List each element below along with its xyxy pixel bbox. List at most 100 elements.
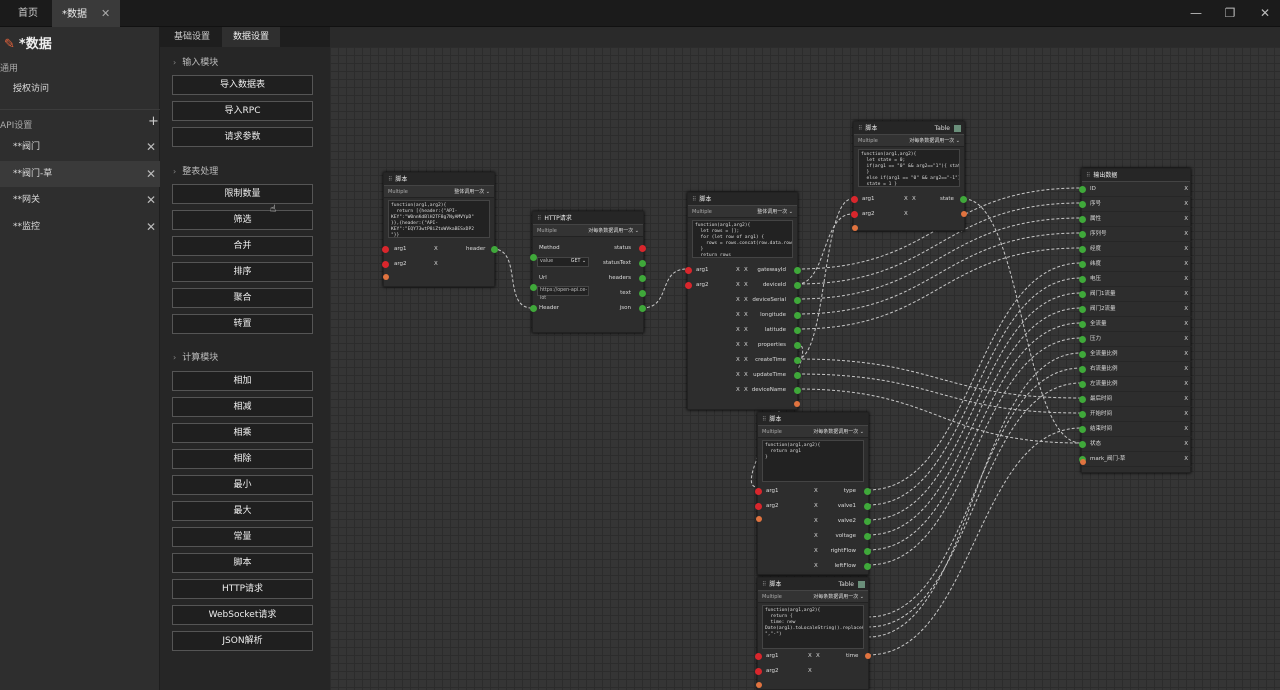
script-node[interactable]: ⠿ 脚本 Table Multiple 对每条数据调用一次 ⌄ function(ar… xyxy=(755,577,871,690)
input-port[interactable] xyxy=(851,196,858,203)
calc-module-button[interactable]: WebSocket请求 xyxy=(172,605,313,625)
clear-port-icon[interactable]: X xyxy=(744,294,748,306)
input-port[interactable] xyxy=(1079,261,1086,268)
input-port[interactable] xyxy=(382,246,389,253)
output-port[interactable] xyxy=(794,297,801,304)
clear-port-icon[interactable]: X xyxy=(814,530,818,542)
clear-port-icon[interactable]: X xyxy=(736,369,740,381)
clear-field-icon[interactable]: X xyxy=(1184,362,1188,377)
clear-field-icon[interactable]: X xyxy=(1184,212,1188,227)
node-header[interactable]: ⠿ HTTP请求 xyxy=(533,212,643,225)
table-process-button[interactable]: 筛选 xyxy=(172,210,313,230)
drag-handle-icon[interactable]: ⠿ xyxy=(1086,172,1090,179)
drag-handle-icon[interactable]: ⠿ xyxy=(858,125,862,132)
input-port[interactable] xyxy=(1079,246,1086,253)
clear-field-icon[interactable]: X xyxy=(1184,227,1188,242)
close-icon[interactable]: ✕ xyxy=(146,161,156,187)
input-port[interactable] xyxy=(1079,216,1086,223)
clear-port-icon[interactable]: X xyxy=(744,309,748,321)
calc-module-button[interactable]: 相加 xyxy=(172,371,313,391)
input-port[interactable] xyxy=(755,488,762,495)
clear-port-icon[interactable]: X xyxy=(814,485,818,497)
output-port[interactable] xyxy=(491,246,498,253)
node-header[interactable]: ⠿ 脚本 xyxy=(688,193,797,206)
tab-home[interactable]: 首页 xyxy=(8,0,48,27)
input-port[interactable] xyxy=(851,211,858,218)
clear-port-icon[interactable]: X xyxy=(808,650,812,662)
input-port[interactable] xyxy=(1079,441,1086,448)
calc-module-button[interactable]: HTTP请求 xyxy=(172,579,313,599)
clear-port-icon[interactable]: X xyxy=(744,339,748,351)
input-port[interactable] xyxy=(1079,321,1086,328)
close-icon[interactable]: ✕ xyxy=(146,134,156,160)
clear-field-icon[interactable]: X xyxy=(1184,407,1188,422)
code-editor[interactable]: function(arg1,arg2){ return { time: new … xyxy=(762,605,864,649)
script-node[interactable]: ⠿ 脚本 Multiple 整体调用一次 ⌄ function(arg1,arg2)… xyxy=(685,192,801,410)
tab-basic-settings[interactable]: 基础设置 xyxy=(164,27,220,47)
output-data-node[interactable]: ⠿ 输出数据 ID X 序号 X 属性 X 序列号 X 经度 X 纬度 X 电压 X 阀门1流量 X 阀门2流量 X… xyxy=(1079,168,1192,473)
node-header[interactable]: ⠿ 脚本 xyxy=(384,173,494,186)
input-port[interactable] xyxy=(1079,306,1086,313)
input-port[interactable] xyxy=(1079,231,1086,238)
add-port-icon[interactable] xyxy=(383,274,389,280)
input-port[interactable] xyxy=(530,254,537,261)
clear-port-icon[interactable]: X xyxy=(736,324,740,336)
call-mode-select[interactable]: Multiple 对每条数据调用一次 ⌄ xyxy=(854,135,964,147)
input-port[interactable] xyxy=(382,261,389,268)
node-header[interactable]: ⠿ 脚本 Table xyxy=(758,578,868,591)
section-process[interactable]: › 整表处理 xyxy=(173,164,218,177)
input-port[interactable] xyxy=(685,282,692,289)
clear-port-icon[interactable]: X xyxy=(736,294,740,306)
clear-port-icon[interactable]: X xyxy=(736,384,740,396)
calc-module-button[interactable]: 常量 xyxy=(172,527,313,547)
http-node[interactable]: ⠿ HTTP请求 Multiple 对每条数据调用一次 ⌄ Method value… xyxy=(530,211,646,333)
add-port-icon[interactable] xyxy=(756,682,762,688)
code-editor[interactable]: function(arg1,arg2){ return [{header:{"A… xyxy=(388,200,490,238)
add-port-icon[interactable] xyxy=(852,225,858,231)
clear-port-icon[interactable]: X xyxy=(814,500,818,512)
section-calc[interactable]: › 计算模块 xyxy=(173,350,218,363)
add-port-icon[interactable] xyxy=(865,653,871,659)
input-port[interactable] xyxy=(1079,366,1086,373)
output-port[interactable] xyxy=(794,357,801,364)
output-port[interactable] xyxy=(864,518,871,525)
output-port[interactable] xyxy=(794,387,801,394)
calc-module-button[interactable]: 最大 xyxy=(172,501,313,521)
maximize-icon[interactable]: ❐ xyxy=(1215,0,1245,27)
tab-data-settings[interactable]: 数据设置 xyxy=(222,27,280,47)
script-node[interactable]: ⠿ 脚本 Multiple 对每条数据调用一次 ⌄ function(arg1,ar… xyxy=(755,412,871,575)
input-module-button[interactable]: 导入RPC xyxy=(172,101,313,121)
output-port[interactable] xyxy=(794,312,801,319)
clear-port-icon[interactable]: X xyxy=(904,193,908,205)
clear-port-icon[interactable]: X xyxy=(434,258,438,270)
code-editor[interactable]: function(arg1,arg2){ let rows = []; for … xyxy=(692,220,793,258)
clear-field-icon[interactable]: X xyxy=(1184,272,1188,287)
node-header[interactable]: ⠿ 脚本 xyxy=(758,413,868,426)
output-port[interactable] xyxy=(794,327,801,334)
url-input[interactable]: https://open-api.ce-iot xyxy=(537,286,589,301)
clear-port-icon[interactable]: X xyxy=(912,193,916,205)
clear-field-icon[interactable]: X xyxy=(1184,347,1188,362)
method-select[interactable]: value GET ⌄ xyxy=(537,257,589,267)
input-port[interactable] xyxy=(755,653,762,660)
call-mode-select[interactable]: Multiple 对每条数据调用一次 ⌄ xyxy=(533,225,643,237)
input-module-button[interactable]: 请求参数 xyxy=(172,127,313,147)
table-toggle[interactable] xyxy=(954,125,961,132)
close-tab-icon[interactable]: ✕ xyxy=(101,7,110,20)
api-item[interactable]: **监控 ✕ xyxy=(0,214,160,240)
calc-module-button[interactable]: 相减 xyxy=(172,397,313,417)
code-editor[interactable]: function(arg1,arg2){ return arg1 } xyxy=(762,440,864,482)
close-icon[interactable]: ✕ xyxy=(146,214,156,240)
clear-port-icon[interactable]: X xyxy=(814,515,818,527)
call-mode-select[interactable]: Multiple 整体调用一次 ⌄ xyxy=(384,186,494,198)
clear-port-icon[interactable]: X xyxy=(736,354,740,366)
node-canvas[interactable]: ⠿ 脚本 Multiple 整体调用一次 ⌄ function(arg1,arg2)… xyxy=(330,47,1280,690)
table-process-button[interactable]: 合并 xyxy=(172,236,313,256)
clear-field-icon[interactable]: X xyxy=(1184,302,1188,317)
section-input[interactable]: › 输入模块 xyxy=(173,55,218,68)
script-node[interactable]: ⠿ 脚本 Multiple 整体调用一次 ⌄ function(arg1,arg2)… xyxy=(382,172,498,287)
clear-port-icon[interactable]: X xyxy=(816,650,820,662)
clear-port-icon[interactable]: X xyxy=(736,339,740,351)
clear-field-icon[interactable]: X xyxy=(1184,377,1188,392)
clear-port-icon[interactable]: X xyxy=(744,354,748,366)
